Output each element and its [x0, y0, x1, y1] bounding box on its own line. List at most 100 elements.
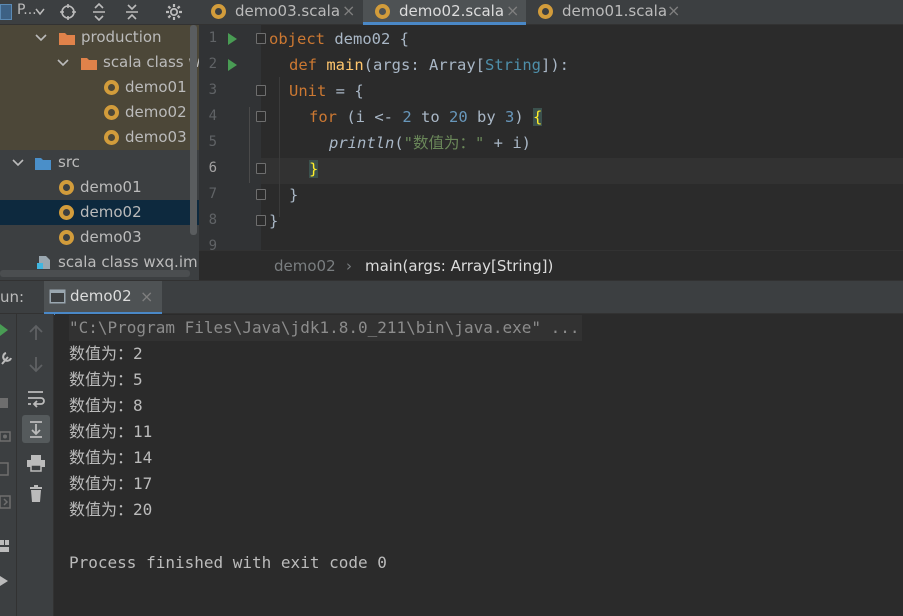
code-token: by — [467, 108, 506, 126]
console-line: 数值为：2 — [69, 344, 143, 363]
tree-item-demo02[interactable]: demo02 — [0, 100, 199, 125]
tree-item-scala-class-wxq[interactable]: scala class wxq — [0, 50, 199, 75]
code-token: println — [329, 134, 395, 152]
tab-demo03-scala[interactable]: demo03.scala × — [199, 0, 363, 25]
tree-vertical-scrollbar[interactable] — [190, 25, 197, 235]
tree-item-demo01[interactable]: demo01 — [0, 75, 199, 100]
tree-item-src[interactable]: src — [0, 150, 199, 175]
close-icon[interactable]: × — [506, 0, 519, 22]
scroll-to-end-icon — [30, 421, 42, 438]
tree-item-label: demo02 — [125, 103, 187, 121]
close-icon[interactable]: × — [667, 0, 680, 22]
down-arrow-icon[interactable] — [26, 354, 46, 374]
close-icon[interactable]: × — [342, 0, 355, 22]
fold-marker-icon[interactable] — [256, 85, 266, 96]
line-number: 1 — [208, 30, 217, 46]
print-icon[interactable] — [26, 453, 46, 473]
run-panel-label: un: — [0, 288, 25, 306]
code-editor[interactable]: 1 2 3 4 5 6 7 8 9 object demo02 { def ma… — [199, 25, 903, 250]
line-number: 8 — [208, 212, 217, 228]
trash-icon[interactable] — [26, 484, 46, 504]
layout-icon[interactable] — [0, 495, 12, 509]
tree-item-label: demo03 — [125, 128, 187, 146]
line-number: 6 — [208, 160, 217, 176]
code-token: } — [289, 186, 299, 204]
wrench-icon[interactable] — [0, 351, 12, 365]
code-token: 3 — [505, 108, 515, 126]
code-token: + i) — [484, 134, 532, 152]
breadcrumb-item-demo02[interactable]: demo02 — [274, 257, 336, 275]
tree-horizontal-scrollbar[interactable] — [0, 270, 190, 277]
indent-guide — [249, 107, 250, 183]
code-line-8: } — [269, 208, 278, 234]
restore-layout-icon[interactable] — [0, 539, 12, 553]
tree-item-production[interactable]: production — [0, 25, 199, 50]
project-view-title[interactable]: P... — [17, 2, 37, 18]
soft-wrap-icon[interactable] — [26, 388, 46, 408]
fold-marker-icon[interactable] — [256, 163, 266, 174]
line-number: 5 — [208, 134, 217, 150]
project-icon[interactable] — [0, 4, 12, 20]
breadcrumb: demo02 › main(args: Array[String]) — [199, 250, 903, 280]
stop-icon[interactable] — [0, 398, 10, 410]
code-token: to — [421, 108, 440, 126]
expand-all-icon[interactable] — [91, 3, 107, 21]
fold-marker-icon[interactable] — [256, 215, 266, 226]
code-token: main — [326, 56, 364, 74]
tab-demo02-scala[interactable]: demo02.scala × — [363, 0, 526, 25]
code-token: ]): — [541, 56, 570, 74]
tab-demo01-scala[interactable]: demo01.scala × — [526, 0, 689, 25]
code-line-7: } — [289, 182, 298, 208]
breadcrumb-separator: › — [346, 257, 352, 275]
camera-icon[interactable] — [0, 430, 12, 442]
code-line-6: } — [309, 156, 319, 182]
locate-icon[interactable] — [59, 3, 77, 21]
console-line-exit: Process finished with exit code 0 — [69, 553, 387, 572]
line-number: 3 — [208, 82, 217, 98]
run-tab-label: demo02 — [70, 287, 132, 305]
line-number: 4 — [208, 108, 217, 124]
run-gutter-icon[interactable] — [228, 59, 237, 71]
up-arrow-icon[interactable] — [26, 323, 46, 343]
chevron-down-icon[interactable] — [35, 8, 45, 16]
tab-label: demo03.scala — [235, 2, 341, 20]
scala-object-icon — [59, 180, 74, 195]
tree-item-demo03[interactable]: demo03 — [0, 125, 199, 150]
chevron-down-icon[interactable] — [35, 32, 47, 44]
breadcrumb-item-main[interactable]: main(args: Array[String]) — [365, 257, 553, 275]
chevron-down-icon[interactable] — [12, 157, 24, 169]
run-gutter-icon[interactable] — [228, 33, 237, 45]
code-token: for — [309, 108, 337, 126]
run-tab-demo02[interactable]: demo02 × — [44, 281, 162, 315]
exit-icon[interactable] — [0, 462, 12, 476]
code-line-3: Unit = { — [289, 78, 364, 104]
settings-gear-icon[interactable] — [164, 2, 184, 22]
editor-tab-bar: demo03.scala × demo02.scala × demo01.sca… — [199, 0, 903, 25]
code-line-1: object demo02 { — [269, 26, 409, 52]
chevron-down-icon[interactable] — [57, 57, 69, 69]
code-token: String — [485, 56, 542, 74]
collapse-all-icon[interactable] — [124, 3, 140, 21]
console-output[interactable]: "C:\Program Files\Java\jdk1.8.0_211\bin\… — [55, 314, 903, 616]
pin-icon[interactable] — [0, 574, 12, 588]
fold-marker-icon[interactable] — [256, 33, 266, 44]
scala-object-icon — [538, 4, 553, 19]
project-toolbar: P... — [0, 0, 199, 25]
tree-item-src-demo01[interactable]: demo01 — [0, 175, 199, 200]
scroll-to-end-button[interactable] — [22, 415, 50, 443]
tree-item-src-demo03[interactable]: demo03 — [0, 225, 199, 250]
tree-item-label: demo03 — [80, 228, 142, 246]
rerun-icon[interactable] — [0, 323, 10, 337]
tree-item-src-demo02[interactable]: demo02 — [0, 200, 199, 225]
fold-marker-icon[interactable] — [256, 189, 266, 200]
run-side-toolbar — [0, 314, 17, 616]
fold-marker-icon[interactable] — [256, 111, 266, 122]
matched-brace: { — [533, 108, 543, 126]
code-token: "数值为：" — [403, 134, 485, 152]
close-icon[interactable]: × — [140, 287, 153, 306]
code-token: object — [269, 30, 325, 48]
scala-object-icon — [211, 4, 226, 19]
project-tree: production scala class wxq demo01 demo02… — [0, 25, 199, 280]
code-token: ( — [394, 134, 404, 152]
run-tool-window-header: un: demo02 × — [0, 280, 903, 315]
